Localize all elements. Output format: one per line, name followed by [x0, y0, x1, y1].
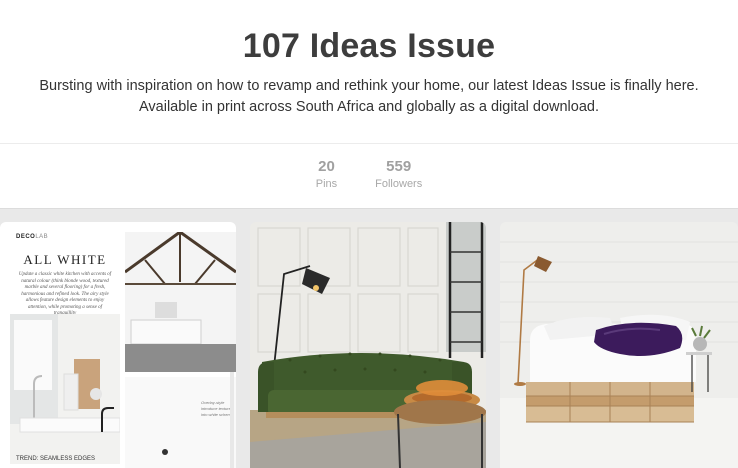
pins-label: Pins: [315, 178, 338, 190]
magazine-trend: TREND: SEAMLESS EDGES: [16, 456, 96, 462]
svg-text:Overlay-style: Overlay-style: [201, 400, 225, 405]
magazine-brand: DECOLAB: [16, 234, 120, 240]
pin-magazine-spread[interactable]: DECOLAB ALL WHITE Update a classic white…: [0, 222, 236, 468]
brand-suffix: LAB: [35, 234, 49, 240]
svg-text:introduce texture: introduce texture: [201, 406, 232, 411]
followers-count: 559: [386, 158, 412, 175]
board-description-line-2: Available in print across South Africa a…: [139, 99, 599, 115]
magazine-page: DECOLAB ALL WHITE Update a classic white…: [10, 230, 120, 468]
board-stats: 20 Pins 559 Followers: [0, 158, 738, 190]
board-title: 107 Ideas Issue: [242, 27, 496, 65]
board-description: Bursting with inspiration on how to reva…: [9, 76, 729, 118]
pin-green-sofa[interactable]: [250, 222, 486, 468]
pins-stat[interactable]: 20 Pins: [316, 158, 337, 190]
svg-text:into white scheme: into white scheme: [201, 412, 234, 417]
pin-white-bedroom[interactable]: [500, 222, 738, 468]
white-bedroom-photo: [500, 222, 738, 468]
board-description-line-1: Bursting with inspiration on how to reva…: [39, 78, 699, 94]
kitchen-sink-photo: [10, 314, 120, 464]
pins-count: 20: [318, 158, 335, 175]
board-header: 107 Ideas Issue Bursting with inspiratio…: [0, 0, 738, 118]
green-sofa-photo: [250, 222, 486, 468]
magazine-heading: ALL WHITE: [23, 252, 107, 267]
header-divider: [0, 143, 738, 144]
followers-label: Followers: [375, 178, 423, 190]
followers-stat[interactable]: 559 Followers: [375, 158, 422, 190]
white-kitchen-photo: Overlay-style introduce texture into whi…: [125, 232, 236, 468]
brand-name: DECO: [16, 234, 36, 240]
